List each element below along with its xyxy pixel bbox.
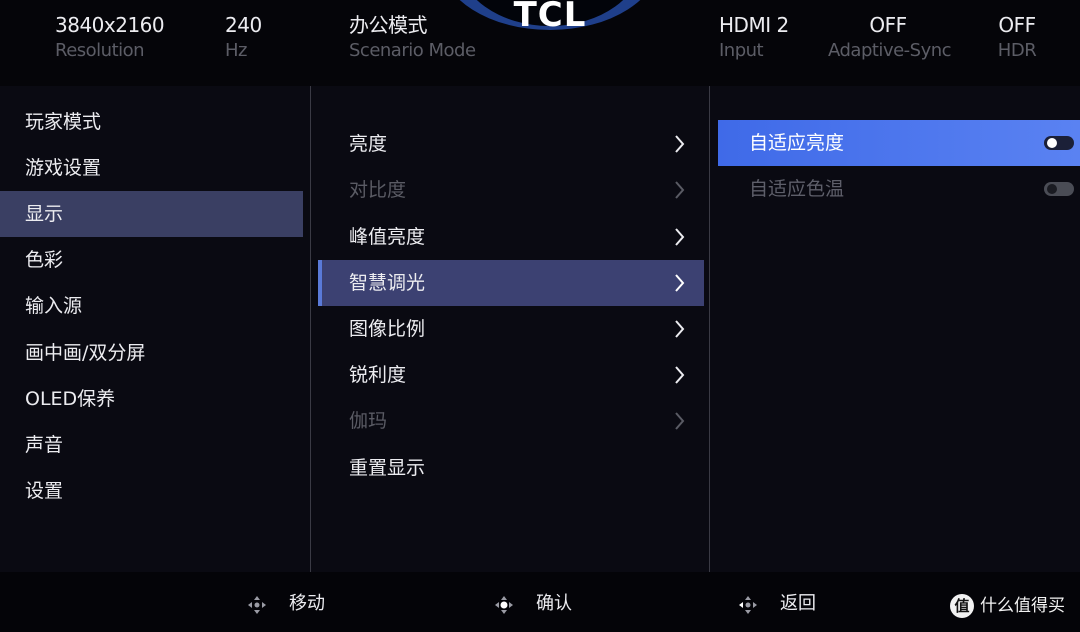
sub-menu-item-brightness[interactable]: 亮度 xyxy=(318,121,704,167)
sub-menu-item-peak-brightness[interactable]: 峰值亮度 xyxy=(318,214,704,260)
chevron-right-icon xyxy=(673,398,687,444)
chevron-right-icon xyxy=(673,121,687,167)
dpad-move-icon xyxy=(247,594,267,614)
hint-confirm-label: 确认 xyxy=(536,593,572,614)
dpad-back-icon xyxy=(738,594,758,614)
main-menu-item-label: 游戏设置 xyxy=(25,157,102,179)
chevron-right-icon xyxy=(673,214,687,260)
main-menu-item-settings[interactable]: 设置 xyxy=(0,468,303,514)
main-menu-item-game-settings[interactable]: 游戏设置 xyxy=(0,145,303,191)
watermark-text: 什么值得买 xyxy=(980,596,1065,616)
refresh-rate-caption: Hz xyxy=(225,40,247,61)
main-menu-item-player-mode[interactable]: 玩家模式 xyxy=(0,99,303,145)
main-menu-item-label: 声音 xyxy=(25,434,64,456)
toggle-knob xyxy=(1047,138,1057,148)
scenario-mode-caption: Scenario Mode xyxy=(349,40,476,61)
sub-menu-item-gamma[interactable]: 伽玛 xyxy=(318,398,704,444)
main-menu-item-label: 色彩 xyxy=(25,249,64,271)
option-label: 自适应色温 xyxy=(749,178,845,200)
main-menu-item-color[interactable]: 色彩 xyxy=(0,237,303,283)
main-menu-item-label: 玩家模式 xyxy=(25,111,102,133)
hdr-caption: HDR xyxy=(997,40,1037,61)
option-adaptive-color-temp[interactable]: 自适应色温 xyxy=(718,166,1080,212)
chevron-right-icon xyxy=(673,167,687,213)
brand-logo: TCL xyxy=(513,0,587,35)
main-menu-item-input-source[interactable]: 输入源 xyxy=(0,283,303,329)
scenario-mode-value: 办公模式 xyxy=(349,13,427,37)
sub-menu-item-label: 锐利度 xyxy=(349,364,407,386)
sub-menu-item-label: 智慧调光 xyxy=(349,272,426,294)
main-menu-item-sound[interactable]: 声音 xyxy=(0,422,303,468)
status-resolution: 3840x2160 Resolution xyxy=(55,12,165,64)
panel-divider xyxy=(709,86,710,572)
main-menu-item-label: OLED保养 xyxy=(25,388,116,410)
main-menu-item-label: 输入源 xyxy=(25,295,83,317)
chevron-right-icon xyxy=(673,352,687,398)
main-menu-item-label: 显示 xyxy=(25,203,64,225)
adaptive-sync-caption: Adaptive-Sync xyxy=(828,40,952,61)
hint-back-label: 返回 xyxy=(780,593,816,614)
main-menu-item-label: 画中画/双分屏 xyxy=(25,342,146,364)
dpad-confirm-icon xyxy=(494,594,514,614)
resolution-value: 3840x2160 xyxy=(55,13,165,37)
input-value: HDMI 2 xyxy=(719,13,789,37)
toggle-knob xyxy=(1047,184,1057,194)
main-menu-item-pip-split[interactable]: 画中画/双分屏 xyxy=(0,330,303,376)
sub-menu-item-sharpness[interactable]: 锐利度 xyxy=(318,352,704,398)
status-input: HDMI 2 Input xyxy=(719,12,789,64)
refresh-rate-value: 240 xyxy=(225,13,262,37)
input-caption: Input xyxy=(719,40,764,61)
sub-menu-item-label: 对比度 xyxy=(349,179,407,201)
watermark-logo-icon: 值 xyxy=(950,594,974,618)
option-label: 自适应亮度 xyxy=(749,132,845,154)
main-menu-item-display[interactable]: 显示 xyxy=(0,191,303,237)
main-menu-item-label: 设置 xyxy=(25,480,64,502)
adaptive-brightness-toggle[interactable] xyxy=(1044,136,1074,150)
sub-menu-item-reset-display[interactable]: 重置显示 xyxy=(318,445,704,491)
sub-menu-item-label: 峰值亮度 xyxy=(349,226,426,248)
chevron-right-icon xyxy=(673,306,687,352)
sub-menu-item-label: 图像比例 xyxy=(349,318,426,340)
status-adaptive-sync: OFF Adaptive-Sync xyxy=(828,12,952,64)
sub-menu-item-smart-dimming[interactable]: 智慧调光 xyxy=(318,260,704,306)
sub-menu-item-contrast[interactable]: 对比度 xyxy=(318,167,704,213)
resolution-caption: Resolution xyxy=(55,40,145,61)
chevron-right-icon xyxy=(673,260,687,306)
adaptive-sync-value: OFF xyxy=(869,13,907,37)
status-refresh-rate: 240 Hz xyxy=(225,12,262,64)
sub-menu-item-label: 重置显示 xyxy=(349,457,426,479)
panel-divider xyxy=(310,86,311,572)
hdr-value: OFF xyxy=(998,13,1036,37)
hint-move-label: 移动 xyxy=(289,593,325,614)
sub-menu-item-aspect-ratio[interactable]: 图像比例 xyxy=(318,306,704,352)
main-menu-item-oled-care[interactable]: OLED保养 xyxy=(0,376,303,422)
status-scenario-mode: 办公模式 Scenario Mode xyxy=(349,12,476,64)
sub-menu-item-label: 亮度 xyxy=(349,133,388,155)
option-adaptive-brightness[interactable]: 自适应亮度 xyxy=(718,120,1080,166)
monitor-osd-screen: 3840x2160 Resolution 240 Hz 办公模式 Scenari… xyxy=(0,0,1080,632)
status-hdr: OFF HDR xyxy=(995,12,1039,64)
adaptive-color-temp-toggle[interactable] xyxy=(1044,182,1074,196)
sub-menu-item-label: 伽玛 xyxy=(349,410,388,432)
